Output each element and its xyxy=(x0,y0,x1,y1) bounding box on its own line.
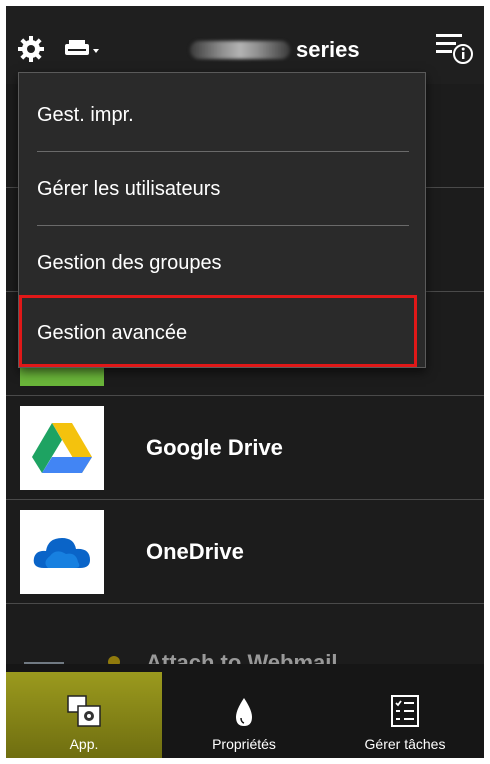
list-item[interactable]: OneDrive xyxy=(6,500,484,604)
onedrive-icon xyxy=(20,510,104,594)
tab-label: App. xyxy=(69,736,99,752)
menu-divider xyxy=(37,151,409,152)
menu-item-group-management[interactable]: Gestion des groupes xyxy=(19,227,427,299)
menu-divider xyxy=(37,225,409,226)
tab-properties[interactable]: Propriétés xyxy=(166,672,322,758)
list-item-label: Google Drive xyxy=(146,435,283,460)
list-item-label: OneDrive xyxy=(146,539,244,564)
task-list-icon xyxy=(391,695,419,727)
printer-title[interactable]: series xyxy=(190,36,360,64)
ink-drop-icon xyxy=(236,698,252,726)
menu-info-icon[interactable] xyxy=(434,30,474,66)
menu-item-manage-users[interactable]: Gérer les utilisateurs xyxy=(19,153,427,225)
list-item[interactable]: Google Drive xyxy=(6,396,484,500)
tab-manage-tasks[interactable]: Gérer tâches xyxy=(326,672,484,758)
tab-label: Propriétés xyxy=(212,736,276,752)
app-icon xyxy=(67,695,101,727)
model-name-blurred xyxy=(190,41,290,59)
app-screen: series Evernote xyxy=(6,6,484,758)
settings-dropdown-menu: Gest. impr. Gérer les utilisateurs Gesti… xyxy=(18,72,426,368)
menu-item-printer-management[interactable]: Gest. impr. xyxy=(19,79,427,151)
tab-app[interactable]: App. xyxy=(6,672,162,758)
tab-label: Gérer tâches xyxy=(364,736,446,752)
highlight-box xyxy=(19,295,417,367)
printer-icon[interactable] xyxy=(64,37,100,61)
google-drive-icon xyxy=(20,406,104,490)
title-suffix: series xyxy=(296,37,360,62)
gear-icon[interactable] xyxy=(16,34,46,64)
